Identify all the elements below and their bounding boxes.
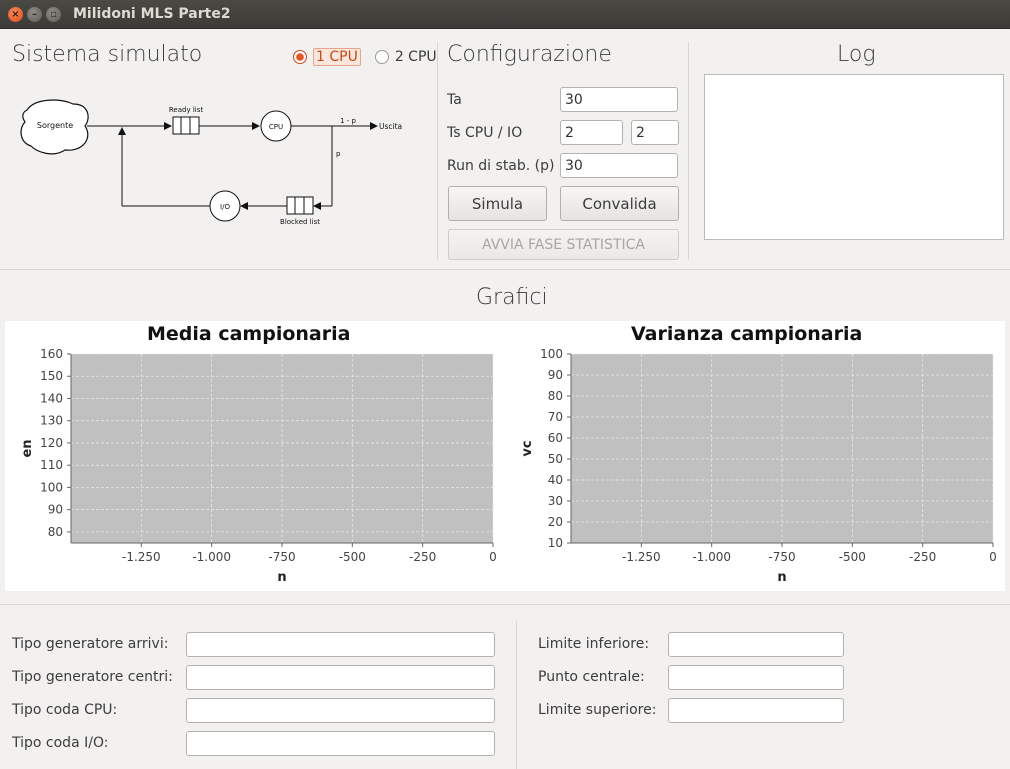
run-label: Run di stab. (p): [447, 158, 555, 174]
radio-group-cpu: 1 CPU 2 CPU: [293, 48, 437, 66]
title-bar: × – ▫ Milidoni MLS Parte2: [0, 0, 1010, 29]
y-tick-label: 130: [40, 414, 63, 428]
x-tick-label: -500: [339, 550, 366, 564]
chart-media-campionaria: -1.250 -1.000 -750 -500 -250 0 80 90 100 110 120 13…: [20, 347, 497, 585]
y-tick-label: 90: [548, 368, 563, 382]
diagram-exit-prob: 1 - p: [340, 117, 356, 125]
x-tick-label: 0: [489, 550, 497, 564]
diagram-blocked-list-label: Blocked list: [280, 218, 320, 226]
coda-io-input[interactable]: [186, 731, 495, 756]
x-tick-label: -1.000: [692, 550, 731, 564]
y-tick-label: 80: [48, 525, 63, 539]
separator-config-log: [688, 42, 689, 260]
x-tick-label: -500: [839, 550, 866, 564]
centri-input[interactable]: [186, 665, 495, 690]
y-tick-label: 30: [548, 494, 563, 508]
log-textarea[interactable]: [704, 74, 1004, 240]
minimize-window-button[interactable]: –: [27, 7, 42, 22]
system-title: Sistema simulato: [12, 42, 203, 67]
inferiore-input[interactable]: [668, 632, 844, 657]
centrale-label: Punto centrale:: [538, 669, 645, 685]
separator-bottom: [0, 604, 1010, 605]
separator-top: [0, 269, 1010, 270]
radio-2cpu[interactable]: [374, 50, 389, 64]
run-input[interactable]: [560, 153, 678, 178]
diagram-source-label: Sorgente: [37, 121, 73, 130]
system-diagram: Sorgente Ready list CPU 1 - p Uscita p B…: [20, 99, 402, 226]
coda-io-label: Tipo coda I/O:: [12, 735, 109, 751]
separator-system-config: [437, 42, 438, 260]
y-tick-label: 100: [40, 480, 63, 494]
ts-cpu-input[interactable]: [560, 120, 623, 145]
x-axis-label: n: [777, 570, 786, 585]
ready-list-queue: [172, 116, 200, 135]
y-tick-label: 10: [548, 536, 563, 550]
y-axis-label: vc: [520, 440, 535, 456]
x-axis-label: n: [277, 570, 286, 585]
y-tick-label: 90: [48, 503, 63, 517]
x-tick-label: -750: [268, 550, 295, 564]
grafici-title: Grafici: [476, 285, 548, 310]
y-tick-label: 110: [40, 458, 63, 472]
centrale-input[interactable]: [668, 665, 844, 690]
x-tick-label: -1.250: [122, 550, 161, 564]
inferiore-label: Limite inferiore:: [538, 636, 650, 652]
superiore-label: Limite superiore:: [538, 702, 657, 718]
chart-varianza-campionaria: -1.250 -1.000 -750 -500 -250 0 10 20 30 40 50 60 70 8…: [520, 347, 997, 585]
ts-label: Ts CPU / IO: [447, 125, 523, 141]
y-tick-label: 40: [548, 473, 563, 487]
diagram-ready-list-label: Ready list: [169, 106, 203, 114]
x-tick-label: -1.250: [622, 550, 661, 564]
radio-2cpu-label[interactable]: 2 CPU: [395, 49, 437, 65]
blocked-list-queue: [286, 196, 314, 215]
radio-1cpu-label[interactable]: 1 CPU: [313, 48, 361, 66]
arrivi-input[interactable]: [186, 632, 495, 657]
convalida-button[interactable]: Convalida: [560, 186, 679, 221]
y-tick-label: 160: [40, 347, 63, 361]
y-tick-label: 120: [40, 436, 63, 450]
y-tick-label: 50: [548, 452, 563, 466]
diagram-cpu-label: CPU: [269, 123, 283, 131]
separator-gen-limits: [516, 621, 517, 769]
avvia-fase-statistica-button[interactable]: AVVIA FASE STATISTICA: [448, 229, 679, 260]
coda-cpu-input[interactable]: [186, 698, 495, 723]
superiore-input[interactable]: [668, 698, 844, 723]
x-tick-label: -750: [768, 550, 795, 564]
ta-label: Ta: [447, 92, 462, 108]
y-tick-label: 80: [548, 389, 563, 403]
diagram-io-label: I/O: [220, 203, 230, 211]
y-tick-label: 20: [548, 515, 563, 529]
y-tick-label: 100: [540, 347, 563, 361]
close-window-button[interactable]: ×: [8, 7, 23, 22]
y-axis-label: en: [20, 439, 35, 457]
centri-label: Tipo generatore centri:: [12, 669, 173, 685]
y-tick-label: 150: [40, 369, 63, 383]
simula-button[interactable]: Simula: [448, 186, 547, 221]
y-tick-label: 70: [548, 410, 563, 424]
config-title: Configurazione: [447, 42, 612, 67]
ts-io-input[interactable]: [631, 120, 679, 145]
x-tick-label: -250: [409, 550, 436, 564]
charts-panel: Media campionaria -1.250 -1.000 -750 -500 -2…: [5, 321, 1005, 591]
coda-cpu-label: Tipo coda CPU:: [12, 702, 118, 718]
diagram-loop-prob: p: [336, 150, 341, 158]
y-tick-label: 140: [40, 391, 63, 405]
x-tick-label: -1.000: [192, 550, 231, 564]
y-tick-label: 60: [548, 431, 563, 445]
log-title: Log: [837, 42, 876, 67]
radio-1cpu[interactable]: [293, 50, 307, 64]
diagram-exit-label: Uscita: [379, 122, 402, 131]
ta-input[interactable]: [560, 87, 678, 112]
x-tick-label: 0: [989, 550, 997, 564]
arrivi-label: Tipo generatore arrivi:: [12, 636, 169, 652]
maximize-window-button[interactable]: ▫: [46, 7, 61, 22]
window-title: Milidoni MLS Parte2: [73, 6, 231, 22]
x-tick-label: -250: [909, 550, 936, 564]
